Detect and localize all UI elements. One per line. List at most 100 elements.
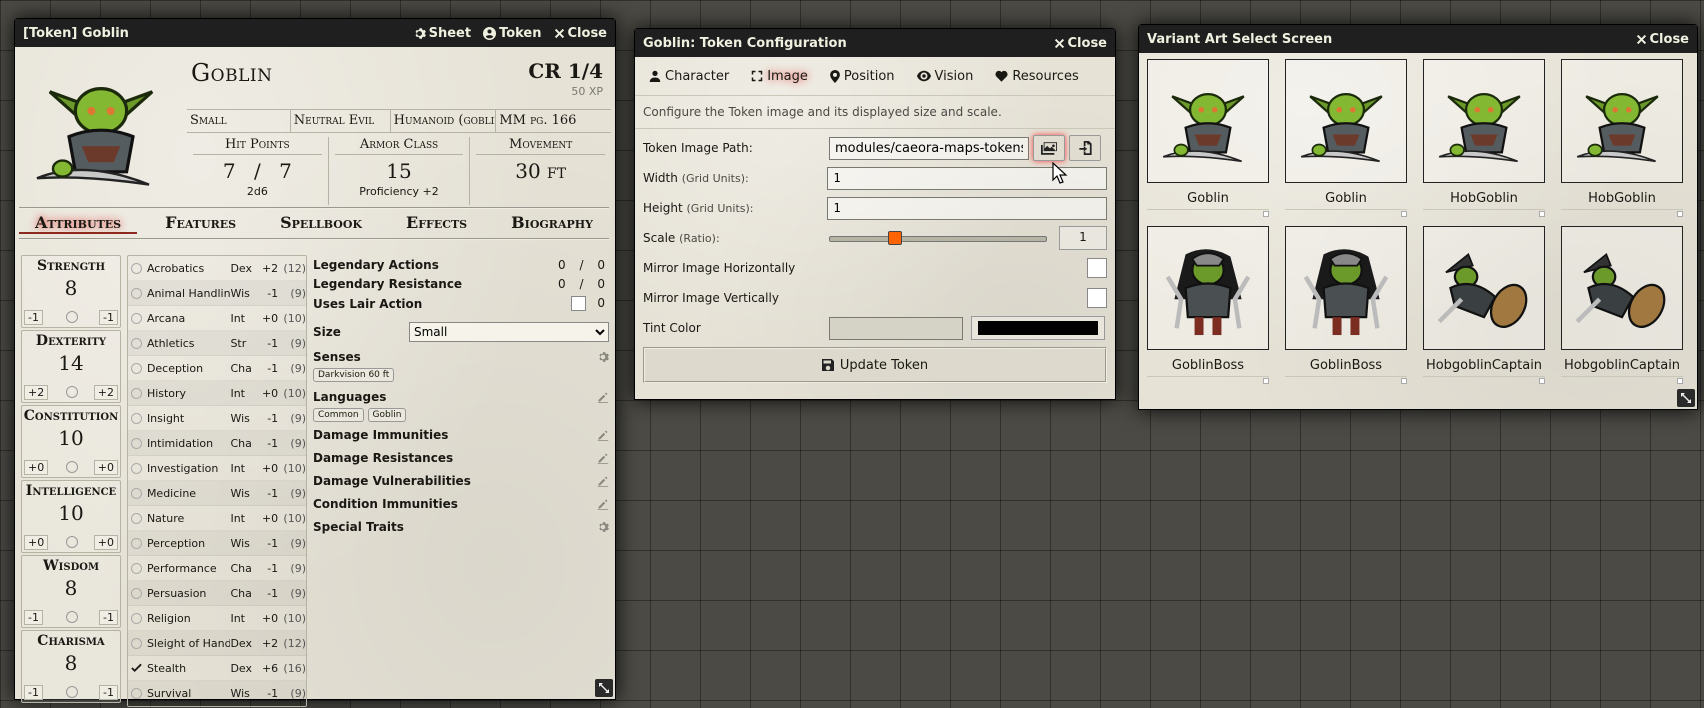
tab-effects[interactable]: Effects <box>390 213 483 234</box>
ability-save[interactable]: -1 <box>99 310 118 325</box>
skill-row[interactable]: Religion Int +0 (10) <box>128 606 306 631</box>
skill-proficiency-toggle[interactable] <box>131 387 143 399</box>
movement-value[interactable]: 30 ft <box>470 159 611 183</box>
skill-name[interactable]: History <box>147 387 231 400</box>
skill-name[interactable]: Medicine <box>147 487 231 500</box>
gear-icon[interactable] <box>597 521 609 533</box>
skill-row[interactable]: Survival Wis -1 (9) <box>128 681 306 706</box>
variant-select-dot[interactable] <box>1539 211 1545 217</box>
image-path-input[interactable] <box>829 136 1029 160</box>
skill-proficiency-toggle[interactable] <box>131 662 143 674</box>
skill-ability[interactable]: Int <box>230 512 256 525</box>
armor-class-value[interactable]: 15 <box>329 159 470 183</box>
legendary-resistance-max[interactable]: 0 <box>597 277 605 291</box>
ability-save[interactable]: +0 <box>93 535 118 550</box>
skill-ability[interactable]: Cha <box>230 587 256 600</box>
edit-icon[interactable] <box>597 391 609 403</box>
tab-resources[interactable]: Resources <box>995 69 1079 84</box>
lair-action-value[interactable]: 0 <box>597 296 605 310</box>
hp-value[interactable]: 7 <box>223 159 236 183</box>
scale-slider-thumb[interactable] <box>888 231 903 245</box>
skill-ability[interactable]: Int <box>230 387 256 400</box>
variant-image[interactable] <box>1285 59 1407 183</box>
legendary-actions-value[interactable]: 0 <box>558 258 566 272</box>
skill-row[interactable]: Stealth Dex +6 (16) <box>128 656 306 681</box>
sheet-button[interactable]: Sheet <box>413 26 471 41</box>
skill-name[interactable]: Stealth <box>147 662 231 675</box>
scale-slider[interactable] <box>829 228 1047 248</box>
close-button[interactable]: Close <box>1054 36 1107 51</box>
save-proficiency-toggle[interactable] <box>66 311 78 323</box>
variant-item[interactable]: HobGoblin <box>1423 59 1545 217</box>
ability-save[interactable]: +0 <box>93 460 118 475</box>
skill-row[interactable]: Athletics Str -1 (9) <box>128 331 306 356</box>
source-label[interactable]: MM pg. 166 <box>496 110 611 132</box>
skill-ability[interactable]: Int <box>230 462 256 475</box>
variant-item[interactable]: GoblinBoss <box>1285 226 1407 384</box>
skill-proficiency-toggle[interactable] <box>131 412 143 424</box>
skill-ability[interactable]: Int <box>230 612 256 625</box>
legendary-actions-max[interactable]: 0 <box>597 258 605 272</box>
skill-ability[interactable]: Wis <box>230 537 256 550</box>
variant-image[interactable] <box>1147 59 1269 183</box>
mirror-v-checkbox[interactable] <box>1087 288 1107 308</box>
height-input[interactable] <box>827 196 1107 220</box>
variant-select-dot[interactable] <box>1677 211 1683 217</box>
tab-image[interactable]: Image <box>751 69 808 84</box>
skill-row[interactable]: Medicine Wis -1 (9) <box>128 481 306 506</box>
skill-ability[interactable]: Int <box>230 312 256 325</box>
actor-portrait[interactable] <box>21 47 181 207</box>
hp-max[interactable]: 7 <box>279 159 292 183</box>
token-config-header[interactable]: Goblin: Token Configuration Close <box>635 29 1115 57</box>
tab-vision[interactable]: Vision <box>916 69 973 84</box>
skill-proficiency-toggle[interactable] <box>131 487 143 499</box>
variant-image[interactable] <box>1561 226 1683 350</box>
skill-name[interactable]: Nature <box>147 512 231 525</box>
skill-row[interactable]: Acrobatics Dex +2 (12) <box>128 256 306 281</box>
skill-proficiency-toggle[interactable] <box>131 612 143 624</box>
save-proficiency-toggle[interactable] <box>66 386 78 398</box>
skill-row[interactable]: Sleight of Hand Dex +2 (12) <box>128 631 306 656</box>
edit-icon[interactable] <box>597 475 609 487</box>
variant-item[interactable]: HobgoblinCaptain <box>1561 226 1683 384</box>
skill-ability[interactable]: Cha <box>230 562 256 575</box>
alignment-label[interactable]: Neutral Evil <box>291 110 391 132</box>
skill-name[interactable]: Animal Handling <box>147 287 231 300</box>
creature-type-label[interactable]: Humanoid (goblin <box>391 110 497 132</box>
skill-row[interactable]: Performance Cha -1 (9) <box>128 556 306 581</box>
variant-image[interactable] <box>1285 226 1407 350</box>
skill-name[interactable]: Insight <box>147 412 231 425</box>
token-button[interactable]: Token <box>483 26 542 41</box>
close-button[interactable]: Close <box>1636 32 1689 47</box>
skill-proficiency-toggle[interactable] <box>131 537 143 549</box>
ability-mod[interactable]: -1 <box>24 310 43 325</box>
skill-name[interactable]: Intimidation <box>147 437 231 450</box>
variant-select-dot[interactable] <box>1677 378 1683 384</box>
variant-image[interactable] <box>1423 59 1545 183</box>
ability-mod[interactable]: +0 <box>24 535 49 550</box>
skill-row[interactable]: Arcana Int +0 (10) <box>128 306 306 331</box>
ability-save[interactable]: -1 <box>99 685 118 700</box>
edit-icon[interactable] <box>597 429 609 441</box>
skill-name[interactable]: Perception <box>147 537 231 550</box>
skill-name[interactable]: Deception <box>147 362 231 375</box>
skill-proficiency-toggle[interactable] <box>131 637 143 649</box>
skill-row[interactable]: Investigation Int +0 (10) <box>128 456 306 481</box>
ability-value[interactable]: 10 <box>22 426 120 450</box>
skill-row[interactable]: Intimidation Cha -1 (9) <box>128 431 306 456</box>
skill-name[interactable]: Sleight of Hand <box>147 637 231 650</box>
variant-item[interactable]: Goblin <box>1285 59 1407 217</box>
resize-handle[interactable] <box>1677 389 1695 407</box>
variant-image[interactable] <box>1561 59 1683 183</box>
tab-features[interactable]: Features <box>149 213 252 234</box>
ability-mod[interactable]: +0 <box>24 460 49 475</box>
variant-image[interactable] <box>1147 226 1269 350</box>
variant-item[interactable]: HobGoblin <box>1561 59 1683 217</box>
variant-item[interactable]: HobgoblinCaptain <box>1423 226 1545 384</box>
skill-ability[interactable]: Dex <box>230 662 256 675</box>
skill-proficiency-toggle[interactable] <box>131 587 143 599</box>
tab-spellbook[interactable]: Spellbook <box>264 213 378 234</box>
skill-proficiency-toggle[interactable] <box>131 312 143 324</box>
save-proficiency-toggle[interactable] <box>66 686 78 698</box>
browse-images-button[interactable] <box>1033 135 1065 161</box>
